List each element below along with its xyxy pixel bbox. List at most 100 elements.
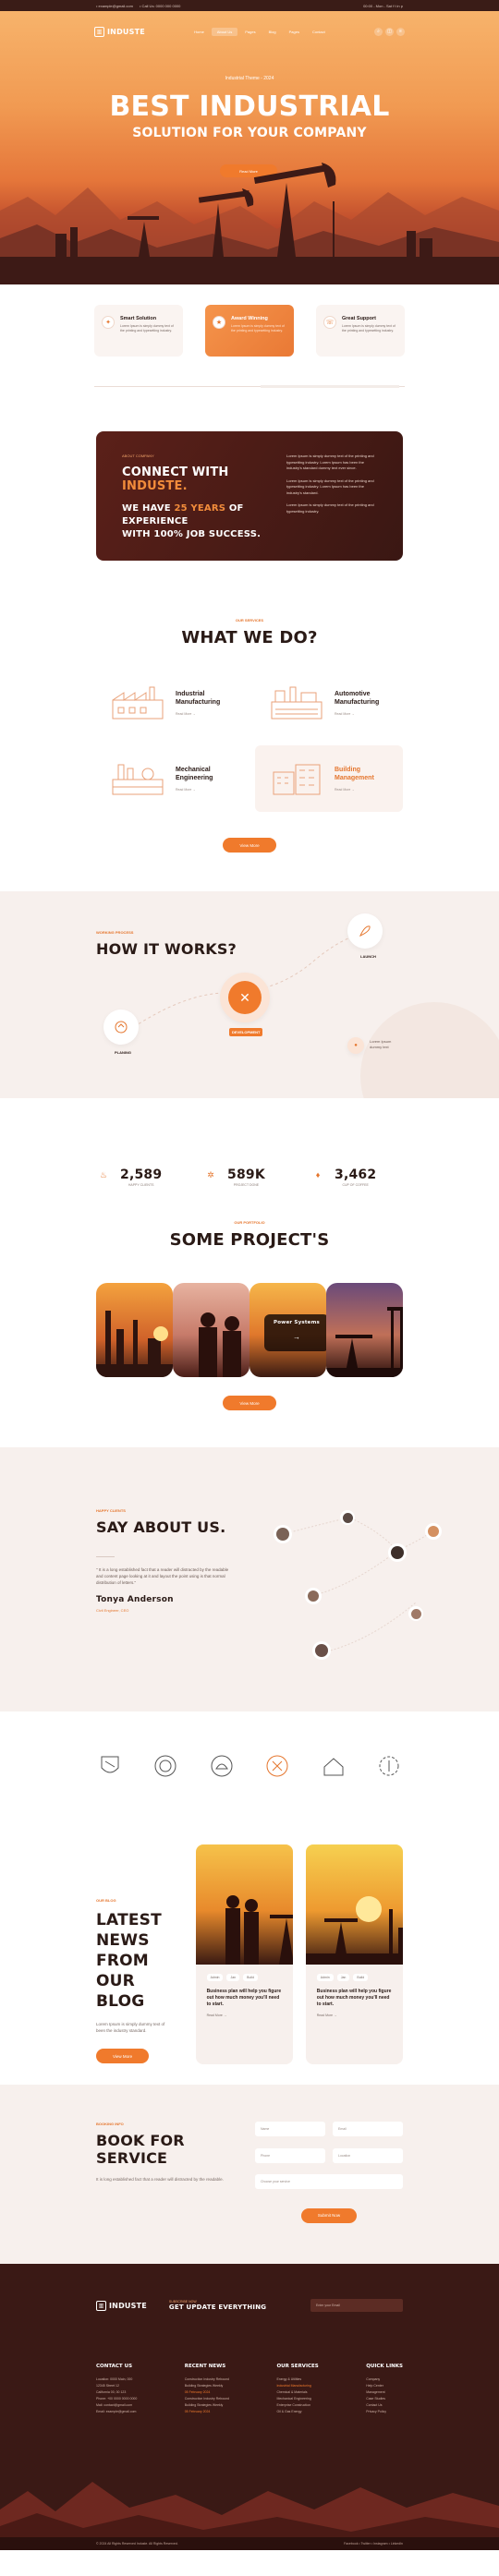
avatar[interactable] xyxy=(388,1543,407,1562)
section-title: LATEST NEWS FROM OUR BLOG xyxy=(96,1911,162,2011)
booking-section: BOOKING INFO BOOK FOR SERVICE It is long… xyxy=(0,2085,499,2264)
arrow-right-icon[interactable]: → xyxy=(272,1333,322,1341)
nav-item-contact[interactable]: Contact xyxy=(307,28,331,36)
project-overlay: Power Systems → xyxy=(264,1314,326,1351)
nav-item-home[interactable]: Home xyxy=(189,28,210,36)
feature-card[interactable]: ☏ Great Support Lorem Ipsum is simply dum… xyxy=(316,305,405,357)
service-card[interactable]: Automotive Manufacturing Read More → xyxy=(255,670,403,736)
view-more-button[interactable]: View More xyxy=(223,838,276,853)
email-link[interactable]: • example@gmail.com xyxy=(96,4,133,8)
flame-icon: ♦ xyxy=(315,1170,321,1179)
project-card[interactable] xyxy=(326,1283,403,1377)
avatar[interactable] xyxy=(408,1606,423,1621)
search-icon[interactable]: ⌕ xyxy=(374,27,383,36)
tools-logo-icon xyxy=(266,1755,288,1777)
footer-news: RECENT NEWS Construction Industry Rebound… xyxy=(184,2364,229,2413)
how-it-works-section: WORKING PROCESS HOW IT WORKS? PLANING ✕ … xyxy=(0,891,499,1098)
read-more-link[interactable]: Read More → xyxy=(176,712,220,716)
booking-text: It is long established fact that a reade… xyxy=(96,2177,224,2182)
partner-logo[interactable] xyxy=(208,1752,236,1780)
view-more-button[interactable]: View More xyxy=(223,1396,276,1410)
news-card[interactable]: Admin Jan Build Business plan will help yo… xyxy=(305,1844,403,2064)
read-more-link[interactable]: Read More → xyxy=(335,788,374,792)
avatar[interactable] xyxy=(305,1588,322,1604)
avatar[interactable] xyxy=(312,1641,331,1660)
planning-label: PLANING xyxy=(115,1050,131,1055)
launch-label: LAUNCH xyxy=(360,954,376,959)
avatar[interactable] xyxy=(340,1510,355,1525)
project-card[interactable] xyxy=(173,1283,250,1377)
stat-label: HAPPY CLIENTS xyxy=(128,1183,154,1187)
nav-menu: Home About Us Pages Blog Pages Contact xyxy=(189,27,331,36)
rocket-icon xyxy=(359,925,371,937)
house-logo-icon xyxy=(323,1758,344,1776)
workers-image xyxy=(199,1312,241,1377)
partner-logo[interactable] xyxy=(375,1752,403,1780)
submit-button[interactable]: Submit Now xyxy=(300,2207,358,2223)
menu-icon[interactable]: ≡ xyxy=(396,27,405,36)
phone-link[interactable]: • Call Us: 0000 000 0000 xyxy=(140,4,180,8)
projects-section: OUR PORTFOLIO SOME PROJECT'S Power Syste… xyxy=(0,1220,499,1410)
nav-item-about[interactable]: About Us xyxy=(211,27,238,36)
news-title[interactable]: Business plan will help you figure out h… xyxy=(196,1981,293,2008)
project-card[interactable]: Power Systems → xyxy=(250,1283,326,1377)
feature-card[interactable]: ✦ Smart Solution Lorem Ipsum is simply du… xyxy=(94,305,183,357)
planning-step[interactable] xyxy=(103,1010,139,1045)
stat-item: ♦ 3,462 CUP OF COFFEE xyxy=(310,1146,403,1209)
brand-logo[interactable]: ▥ INDUSTE xyxy=(94,26,145,37)
section-title: WHAT WE DO? xyxy=(181,628,318,647)
service-card[interactable]: Mechanical Engineering Read More → xyxy=(96,745,244,812)
feature-text: Lorem Ipsum is simply dummy text of the … xyxy=(342,324,396,333)
hours-social: 00:00 - Mon - Sat f t in p xyxy=(363,3,403,8)
feature-text: Lorem Ipsum is simply dummy text of the … xyxy=(120,324,174,333)
service-card[interactable]: Industrial Manufacturing Read More → xyxy=(96,670,244,736)
about-title: CONNECT WITH INDUSTE. xyxy=(122,466,229,493)
service-select[interactable]: Choose your service xyxy=(255,2174,403,2189)
view-more-button[interactable]: View More xyxy=(96,2049,150,2063)
service-card[interactable]: Building Management Read More → xyxy=(255,745,403,812)
nav-item-pages[interactable]: Pages xyxy=(239,28,261,36)
project-card[interactable] xyxy=(96,1283,173,1377)
copyright-text: © 2024 All Rights Reserved Induste. All … xyxy=(96,2542,178,2546)
launch-step[interactable] xyxy=(347,913,383,949)
newsletter-email-input[interactable]: Enter your Email xyxy=(310,2299,403,2312)
news-card[interactable]: Admin Jan Build Business plan will help yo… xyxy=(195,1844,293,2064)
oil-pump-image xyxy=(326,1307,403,1377)
about-banner: ABOUT COMPANY CONNECT WITH INDUSTE. WE H… xyxy=(96,431,403,561)
read-more-link[interactable]: Read More → xyxy=(306,2008,403,2023)
news-image xyxy=(195,1844,293,1965)
hero-title: BEST INDUSTRIAL xyxy=(109,91,390,123)
avatar[interactable] xyxy=(274,1525,292,1543)
brand-name: INDUSTE xyxy=(107,27,145,36)
news-title[interactable]: Business plan will help you figure out h… xyxy=(306,1981,403,2008)
cart-icon[interactable]: ◫ xyxy=(385,27,394,36)
partner-logo[interactable] xyxy=(320,1752,347,1780)
hero-oilfield-illustration xyxy=(0,163,499,284)
feature-card[interactable]: ★ Award Winning Lorem Ipsum is simply dum… xyxy=(205,305,294,357)
development-step[interactable]: ✕ xyxy=(220,973,270,1022)
email-field[interactable]: Email xyxy=(333,2122,403,2136)
partner-logo[interactable] xyxy=(96,1752,124,1780)
read-more-link[interactable]: Read More → xyxy=(335,712,379,716)
nav-item-blog[interactable]: Blog xyxy=(263,28,282,36)
stat-value: 2,589 xyxy=(120,1167,163,1182)
testimonials-section: HAPPY CLIENTS SAY ABOUT US. " It is a lo… xyxy=(0,1447,499,1711)
section-title: BOOK FOR SERVICE xyxy=(96,2132,185,2167)
footer-logo[interactable]: ▥ INDUSTE xyxy=(96,2300,147,2311)
location-field[interactable]: Location xyxy=(333,2147,403,2163)
partners-row xyxy=(0,1711,499,1822)
nav-item-pages-2[interactable]: Pages xyxy=(284,28,305,36)
social-links[interactable]: Facebook • Twitter • Instagram • LinkedI… xyxy=(344,2542,403,2546)
name-field[interactable]: Name xyxy=(255,2122,325,2136)
avatar[interactable] xyxy=(425,1523,442,1540)
partner-logo[interactable] xyxy=(152,1752,179,1780)
wrench-icon: ✕ xyxy=(228,981,262,1014)
partner-logo[interactable] xyxy=(263,1752,291,1780)
main-nav: ▥ INDUSTE Home About Us Pages Blog Pages… xyxy=(94,24,405,39)
phone-field[interactable]: Phone xyxy=(255,2147,325,2163)
read-more-link[interactable]: Read More → xyxy=(176,788,213,792)
building-icon xyxy=(273,764,321,795)
hero-title-2: SOLUTION FOR YOUR COMPANY xyxy=(132,126,367,140)
read-more-link[interactable]: Read More → xyxy=(196,2008,293,2023)
shield-logo-icon xyxy=(101,1756,119,1773)
